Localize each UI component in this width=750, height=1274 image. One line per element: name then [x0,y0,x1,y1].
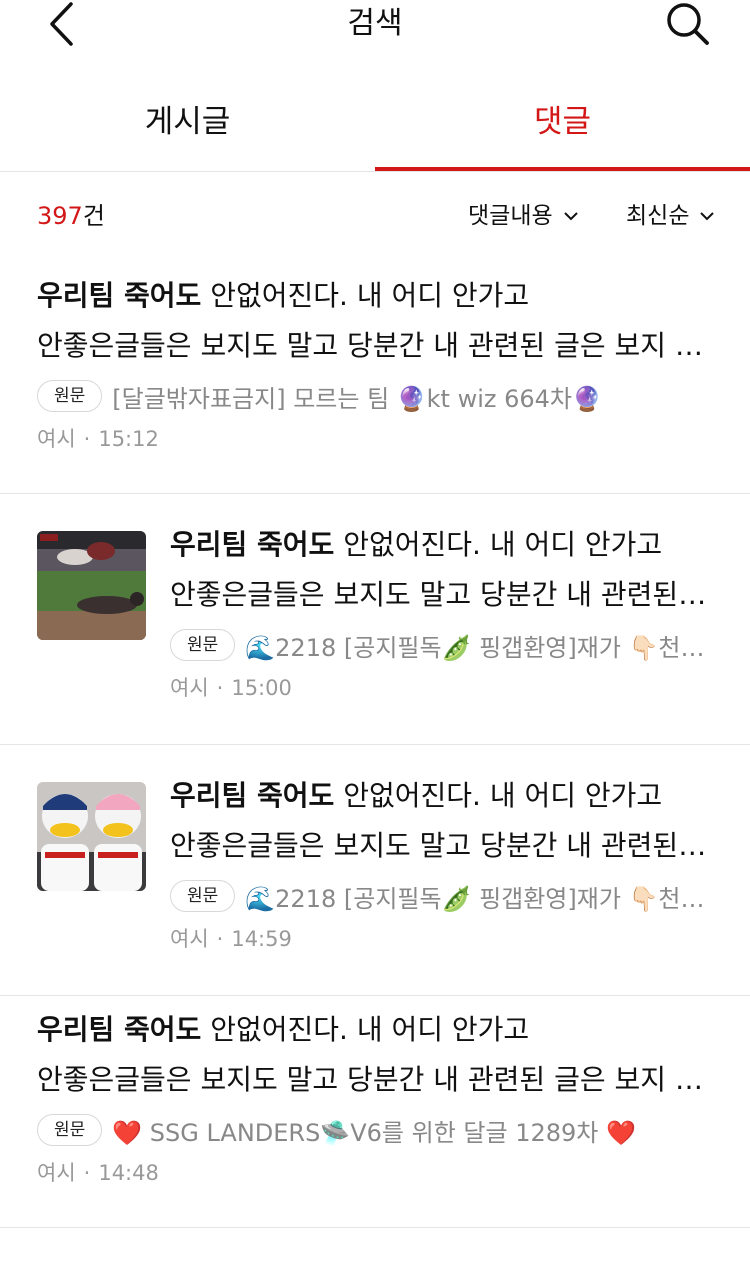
comment-text-line-2: 안좋은글들은 보지도 말고 당분간 내 관련된 글은 보지 말라고 [170,578,715,611]
search-scope-label: 댓글내용 [468,203,553,229]
post-info: 여시 · 14:48 [37,1159,717,1187]
result-count-unit: 건 [82,202,105,230]
separator: · [83,427,91,451]
top-bar: 검색 [0,0,750,60]
matched-keyword: 우리팀 죽어도 [170,779,335,812]
comment-body: 우리팀 죽어도 안없어진다. 내 어디 안가고 안좋은글들은 보지도 말고 당분… [37,262,717,453]
comment-text: 안없어진다. 내 어디 안가고 [334,779,663,812]
original-post-badge[interactable]: 원문 [37,1114,103,1146]
comment-body: 우리팀 죽어도 안없어진다. 내 어디 안가고 안좋은글들은 보지도 말고 당분… [37,996,717,1187]
comment-text-line-2: 안좋은글들은 보지도 말고 당분간 내 관련된 글은 보지 말라고 [37,1063,717,1096]
meta-row: 원문 🌊2218 [공지필독🫛 핑갭환영]재가 👇🏻천천히 읽어주세요 [170,879,715,913]
separator: · [216,927,224,951]
comment-result-list: 우리팀 죽어도 안없어진다. 내 어디 안가고 안좋은글들은 보지도 말고 당분… [0,262,750,1228]
original-post-badge[interactable]: 원문 [37,380,103,412]
timestamp: 14:48 [98,1161,159,1185]
meta-row: 원문 ❤️ SSG LANDERS🛸V6를 위한 달글 1289차 ❤️ [37,1113,717,1147]
timestamp: 14:59 [231,927,292,951]
author: 여시 [37,427,76,451]
board-name: 🌊2218 [공지필독🫛 핑갭환영]재가 👇🏻천천히 읽어주세요 [245,633,715,662]
comment-text-line-1: 우리팀 죽어도 안없어진다. 내 어디 안가고 [170,520,715,570]
board-name: ❤️ SSG LANDERS🛸V6를 위한 달글 1289차 ❤️ [112,1118,636,1147]
comment-result-item[interactable]: 우리팀 죽어도 안없어진다. 내 어디 안가고 안좋은글들은 보지도 말고 당분… [0,494,750,745]
sort-dropdown[interactable]: 최신순 [626,200,715,232]
sort-label: 최신순 [626,203,690,229]
board-name: [달글밖자표금지] 모르는 팀 🔮kt wiz 664차🔮 [112,384,602,413]
original-post-badge[interactable]: 원문 [170,880,236,912]
post-info: 여시 · 14:59 [170,925,715,953]
matched-keyword: 우리팀 죽어도 [37,1013,202,1046]
timestamp: 15:12 [98,427,159,451]
comment-text-line-1: 우리팀 죽어도 안없어진다. 내 어디 안가고 [170,771,715,821]
comment-text-line-1: 우리팀 죽어도 안없어진다. 내 어디 안가고 [37,271,717,321]
tab-posts[interactable]: 게시글 [0,80,375,172]
board-name: 🌊2218 [공지필독🫛 핑갭환영]재가 👇🏻천천히 읽어주세요 [245,884,715,913]
matched-keyword: 우리팀 죽어도 [37,279,202,312]
comment-body: 우리팀 죽어도 안없어진다. 내 어디 안가고 안좋은글들은 보지도 말고 당분… [170,745,715,953]
filter-bar: 397건 댓글내용 최신순 [0,172,750,262]
search-button[interactable] [660,0,716,48]
comment-text-line-2: 안좋은글들은 보지도 말고 당분간 내 관련된 글은 보지 말라고 [37,329,717,362]
author: 여시 [170,676,209,700]
tab-bar: 게시글 댓글 [0,80,750,172]
original-post-badge[interactable]: 원문 [170,629,236,661]
meta-row: 원문 [달글밖자표금지] 모르는 팀 🔮kt wiz 664차🔮 [37,379,717,413]
comment-text: 안없어진다. 내 어디 안가고 [201,279,530,312]
page-title: 검색 [347,6,403,41]
comment-result-item[interactable]: 우리팀 죽어도 안없어진다. 내 어디 안가고 안좋은글들은 보지도 말고 당분… [0,745,750,996]
separator: · [83,1161,91,1185]
timestamp: 15:00 [231,676,292,700]
result-count-number: 397 [37,202,83,230]
comment-text: 안없어진다. 내 어디 안가고 [201,1013,530,1046]
comment-text-line-2: 안좋은글들은 보지도 말고 당분간 내 관련된 글은 보지 말라고 [170,829,715,862]
separator: · [216,676,224,700]
author: 여시 [37,1161,76,1185]
post-info: 여시 · 15:12 [37,425,717,453]
author: 여시 [170,927,209,951]
comment-text-line-1: 우리팀 죽어도 안없어진다. 내 어디 안가고 [37,1005,717,1055]
matched-keyword: 우리팀 죽어도 [170,528,335,561]
thumbnail-image [37,782,146,891]
comment-result-item[interactable]: 우리팀 죽어도 안없어진다. 내 어디 안가고 안좋은글들은 보지도 말고 당분… [0,262,750,494]
search-scope-dropdown[interactable]: 댓글내용 [468,200,579,232]
comment-text: 안없어진다. 내 어디 안가고 [334,528,663,561]
post-info: 여시 · 15:00 [170,674,715,702]
thumbnail-image [37,531,146,640]
search-icon [667,3,709,45]
chevron-down-icon [700,212,715,221]
active-tab-indicator [375,167,750,171]
comment-body: 우리팀 죽어도 안없어진다. 내 어디 안가고 안좋은글들은 보지도 말고 당분… [170,494,715,702]
result-count: 397건 [37,200,105,232]
tab-comments[interactable]: 댓글 [375,80,750,172]
meta-row: 원문 🌊2218 [공지필독🫛 핑갭환영]재가 👇🏻천천히 읽어주세요 [170,628,715,662]
chevron-down-icon [563,212,578,221]
comment-result-item[interactable]: 우리팀 죽어도 안없어진다. 내 어디 안가고 안좋은글들은 보지도 말고 당분… [0,996,750,1228]
